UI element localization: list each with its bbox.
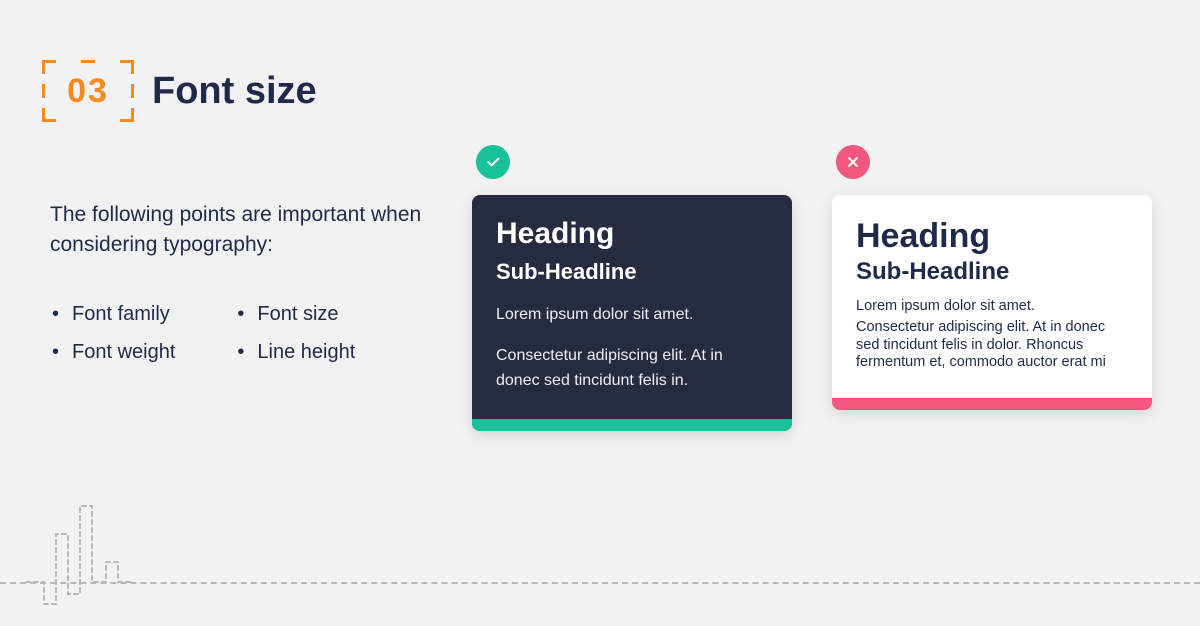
bullet-column-2: Font size Line height — [235, 295, 355, 371]
card-accent — [832, 398, 1152, 410]
card-body-2: Consectetur adipiscing elit. At in donec… — [496, 344, 768, 394]
example-bad: Heading Sub-Headline Lorem ipsum dolor s… — [832, 145, 1152, 431]
intro-column: The following points are important when … — [50, 200, 430, 371]
card-heading: Heading — [496, 217, 768, 251]
section-number: 03 — [67, 72, 109, 111]
card-body-1: Lorem ipsum dolor sit amet. — [856, 298, 1128, 315]
bullet-column-1: Font family Font weight — [50, 295, 175, 371]
card-subheadline: Sub-Headline — [496, 259, 768, 285]
bullet-item: Font family — [50, 295, 175, 333]
bullet-item: Font size — [235, 295, 355, 333]
waveform-decoration — [26, 494, 206, 620]
intro-lead: The following points are important when … — [50, 200, 430, 261]
card-subheadline: Sub-Headline — [856, 258, 1128, 286]
check-icon — [476, 145, 510, 179]
examples-row: Heading Sub-Headline Lorem ipsum dolor s… — [472, 145, 1152, 431]
section-number-frame: 03 — [42, 60, 134, 122]
close-icon — [836, 145, 870, 179]
bullet-item: Line height — [235, 333, 355, 371]
card-heading: Heading — [856, 217, 1128, 256]
card-good: Heading Sub-Headline Lorem ipsum dolor s… — [472, 195, 792, 431]
bullet-columns: Font family Font weight Font size Line h… — [50, 295, 430, 371]
bullet-item: Font weight — [50, 333, 175, 371]
card-accent — [472, 419, 792, 431]
section-title: Font size — [152, 70, 317, 113]
card-bad: Heading Sub-Headline Lorem ipsum dolor s… — [832, 195, 1152, 410]
card-body-1: Lorem ipsum dolor sit amet. — [496, 303, 768, 328]
section-header: 03 Font size — [42, 60, 317, 122]
card-body-2: Consectetur adipiscing elit. At in donec… — [856, 319, 1128, 371]
example-good: Heading Sub-Headline Lorem ipsum dolor s… — [472, 145, 792, 431]
